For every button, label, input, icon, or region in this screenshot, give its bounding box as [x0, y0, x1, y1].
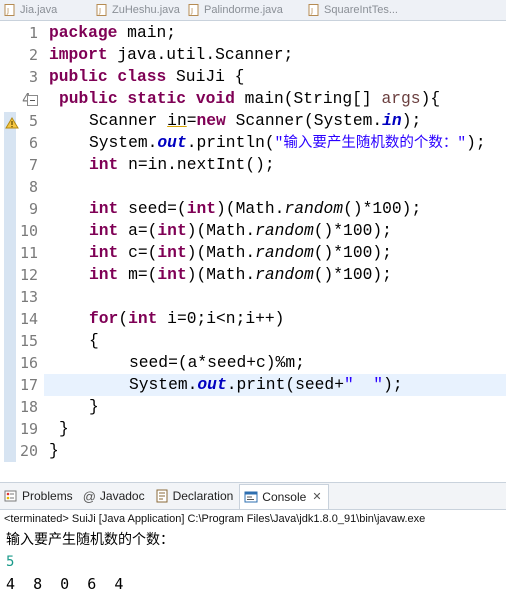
declaration-icon [156, 489, 168, 503]
tab-javadoc[interactable]: @ Javadoc [79, 484, 151, 508]
code-line: } [89, 397, 99, 416]
tab-console-label: Console [262, 489, 307, 504]
close-icon[interactable]: ✕ [312, 490, 321, 503]
code-line: for(int i=0;i<n;i++) [89, 309, 285, 328]
svg-text:J: J [310, 7, 313, 15]
code-line: System.out.println("输入要产生随机数的个数："); [89, 133, 486, 152]
console-output-line: 4 8 0 6 4 [6, 575, 124, 593]
tab-console[interactable]: Console ✕ [239, 483, 329, 509]
editor-tab-squareinttest[interactable]: J SquareIntTes... [304, 0, 434, 20]
code-line: int m=(int)(Math.random()*100); [89, 265, 392, 284]
svg-text:J: J [190, 7, 193, 15]
code-line: } [49, 441, 59, 460]
problems-icon [4, 490, 17, 502]
code-line: public static void main(String[] args){ [59, 89, 441, 108]
editor-tab-label: Jia.java [20, 4, 58, 16]
code-line: int n=in.nextInt(); [89, 155, 275, 174]
tab-declaration-label: Declaration [172, 489, 234, 503]
at-sign-icon: @ [82, 488, 96, 504]
svg-text:J: J [98, 7, 101, 15]
code-line: package main; [49, 23, 177, 42]
code-line: seed=(a*seed+c)%m; [129, 353, 305, 372]
console-user-input: 5 [6, 554, 15, 570]
code-line: } [59, 419, 69, 438]
java-file-icon: J [188, 4, 199, 16]
tab-declaration[interactable]: Declaration [151, 484, 240, 508]
java-file-icon: J [4, 4, 15, 16]
svg-text:J: J [6, 7, 9, 15]
editor-tab-bar: J Jia.java J ZuHeshu.java J Palindorme.j… [0, 0, 506, 21]
java-file-icon: J [308, 4, 319, 16]
tab-problems[interactable]: Problems [0, 484, 79, 508]
code-line: int a=(int)(Math.random()*100); [89, 221, 392, 240]
editor-tab-palindorme[interactable]: J Palindorme.java [184, 0, 304, 20]
editor-tab-label: Palindorme.java [204, 4, 283, 16]
code-line: Scanner in=new Scanner(System.in); [89, 111, 422, 130]
editor-tab-zuheshu[interactable]: J ZuHeshu.java [92, 0, 184, 20]
code-line: int c=(int)(Math.random()*100); [89, 243, 392, 262]
console-output-line: 输入要产生随机数的个数： [6, 532, 174, 548]
editor-tab-jia[interactable]: J Jia.java [0, 0, 92, 20]
console-icon [244, 491, 258, 502]
code-line: System.out.print(seed+" "); [129, 375, 403, 394]
java-file-icon: J [96, 4, 107, 16]
code-line: public class SuiJi { [49, 67, 245, 86]
code-line: { [89, 331, 99, 350]
code-editor[interactable]: package main; import java.util.Scanner; … [0, 22, 506, 462]
code-line: int seed=(int)(Math.random()*100); [89, 199, 422, 218]
editor-tab-label: SquareIntTes... [324, 4, 398, 16]
views-tab-bar: Problems @ Javadoc Declaration Console ✕ [0, 482, 506, 510]
editor-tab-label: ZuHeshu.java [112, 4, 180, 16]
tab-problems-label: Problems [22, 489, 73, 503]
console-status-header: <terminated> SuiJi [Java Application] C:… [4, 513, 426, 525]
code-line: import java.util.Scanner; [49, 45, 294, 64]
tab-javadoc-label: Javadoc [99, 489, 145, 503]
